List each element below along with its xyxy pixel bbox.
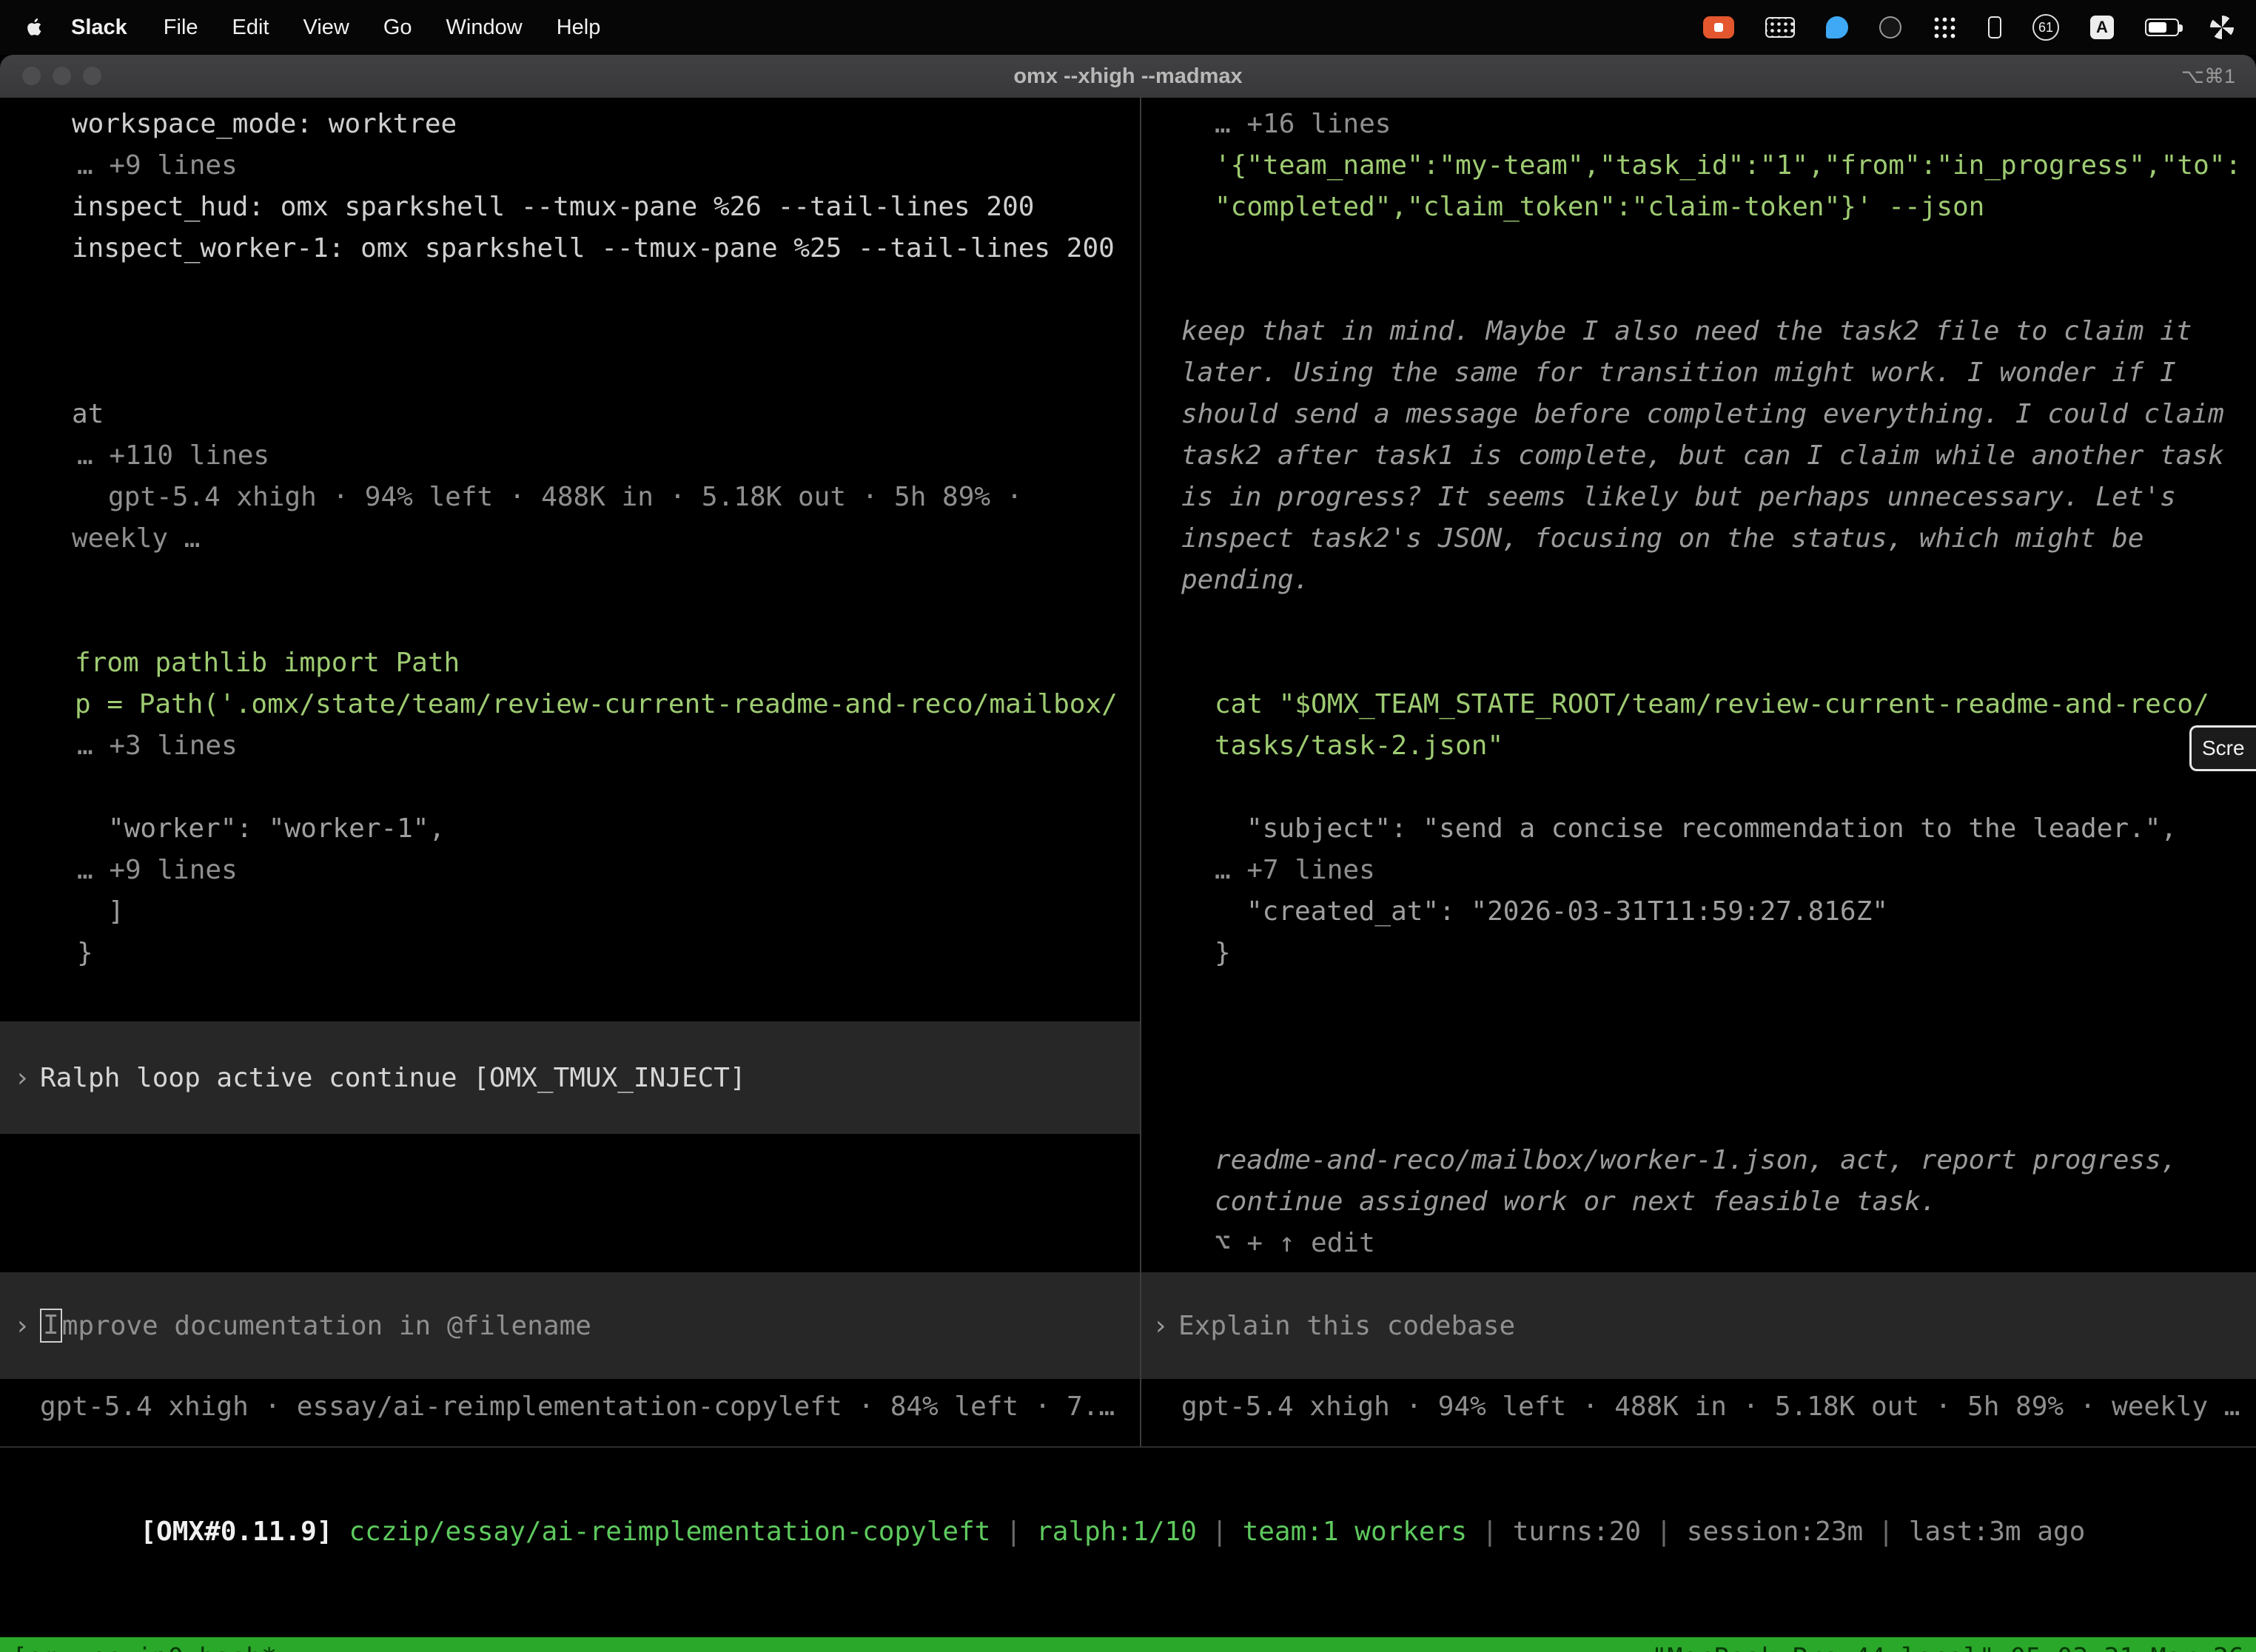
terminal-window: omx --xhigh --madmax ⌥⌘1 workspace_mode:… xyxy=(0,55,2256,1652)
dark-app-icon[interactable] xyxy=(1879,16,1901,38)
text-cursor: I xyxy=(40,1309,62,1343)
menu-view[interactable]: View xyxy=(286,16,366,40)
chevron-icon: › xyxy=(14,1311,40,1341)
menu-file[interactable]: File xyxy=(147,16,215,40)
terminal-line: workspace_mode: worktree xyxy=(0,104,1140,145)
ran-command-line: •Rantmux capture-pane -t %25 -p -S -80 xyxy=(0,311,1140,352)
dots-grid-icon[interactable] xyxy=(1933,16,1957,40)
mailbox-message-line: continue assigned work or next feasible … xyxy=(1141,1181,2256,1223)
terminal-line: "completed","claim_token":"claim-token"}… xyxy=(1141,187,2256,228)
omx-team-workers: team:1 workers xyxy=(1243,1517,1467,1547)
ran-command-line: •Ranpython3 - <<'PY' xyxy=(0,601,1140,642)
mailbox-message-line: readme-and-reco/mailbox/worker-1.json, a… xyxy=(1141,1140,2256,1181)
terminal-line: inspect_worker-1: omx sparkshell --tmux-… xyxy=(0,228,1140,269)
prompt-placeholder: Explain this codebase xyxy=(1178,1311,1515,1341)
working-status-line: •Working(6m 38s • esc to interrupt) xyxy=(0,1175,1140,1217)
prompt-input[interactable]: ›Explain this codebase xyxy=(1141,1272,2256,1379)
model-status-line: gpt-5.4 xhigh · 94% left · 488K in · 5.1… xyxy=(1141,1386,2256,1428)
omx-last-activity: last:3m ago xyxy=(1909,1517,2085,1547)
terminal-line: └{ xyxy=(0,767,1140,808)
thinking-line: pending. xyxy=(1141,560,2256,601)
terminal-line: tasks/task-2.json" xyxy=(1141,725,2256,767)
terminal-line: p = Path('.omx/state/team/review-current… xyxy=(0,684,1140,725)
omx-version-label: [OMX#0.11.9] xyxy=(140,1517,332,1547)
thinking-line: later. Using the same for transition mig… xyxy=(1141,352,2256,394)
mailbox-message-line: ↳1 new msg(s): read $OMX_TEAM_STATE_ROOT… xyxy=(1141,1098,2256,1140)
fan-icon[interactable] xyxy=(2210,16,2234,39)
menu-window[interactable]: Window xyxy=(429,16,540,40)
battery-icon[interactable] xyxy=(2145,19,2179,36)
screen-recording-indicator-icon[interactable] xyxy=(1703,16,1734,38)
tmux-session-name: [omx-cczip0:bash* xyxy=(12,1637,277,1652)
menu-bar: Slack File Edit View Go Window Help 61 A xyxy=(0,0,2256,55)
thinking-line: is in progress? It seems likely but perh… xyxy=(1141,477,2256,518)
ralph-loop-banner: ›Ralph loop active continue [OMX_TMUX_IN… xyxy=(0,1021,1140,1134)
terminal-line: cat "$OMX_TEAM_STATE_ROOT/team/review-cu… xyxy=(1141,684,2256,725)
omx-turns: turns:20 xyxy=(1513,1517,1641,1547)
omx-status-line: [OMX#0.11.9]cczip/essay/ai-reimplementat… xyxy=(12,1470,2085,1511)
phone-icon[interactable] xyxy=(1988,16,2001,38)
terminal-line: "created_at": "2026-03-31T11:59:27.816Z" xyxy=(1141,891,2256,933)
chevron-icon: › xyxy=(14,1063,40,1093)
menubar-status-area: 61 A xyxy=(1703,14,2256,41)
terminal-line: "subject": "send a concise recommendatio… xyxy=(1141,808,2256,850)
terminal-line: … +110 lines xyxy=(0,435,1140,477)
terminal-line: '{"team_name":"my-team","task_id":"1","f… xyxy=(1141,145,2256,187)
omx-ralph-counter: ralph:1/10 xyxy=(1036,1517,1197,1547)
omx-session-path: cczip/essay/ai-reimplementation-copyleft xyxy=(349,1517,990,1547)
terminal-line: … +9 lines xyxy=(0,850,1140,891)
active-app-name[interactable]: Slack xyxy=(52,16,147,40)
terminal-line: … +3 lines xyxy=(0,725,1140,767)
thinking-line: keep that in mind. Maybe I also need the… xyxy=(1141,311,2256,352)
terminal-line: at xyxy=(0,394,1140,435)
omx-session-time: session:23m xyxy=(1687,1517,1863,1547)
ran-command-line: •Ranset -euo pipefail xyxy=(1141,642,2256,684)
chevron-icon: › xyxy=(1152,1311,1178,1341)
model-status-line: gpt-5.4 xhigh · essay/ai-reimplementatio… xyxy=(0,1386,1140,1428)
edit-hint-line: ⌥ + ↑ edit xyxy=(1141,1223,2256,1264)
menu-help[interactable]: Help xyxy=(540,16,618,40)
waiting-status-line: •Waiting for background terminal(3m 46s … xyxy=(1141,1015,2256,1057)
window-shortcut-hint: ⌥⌘1 xyxy=(2181,55,2235,98)
terminal-line: from pathlib import Path xyxy=(0,642,1140,684)
ralph-loop-text: Ralph loop active continue [OMX_TMUX_INJ… xyxy=(40,1063,746,1093)
thinking-line: •I need to get the claim token from the … xyxy=(1141,269,2256,311)
tmux-pane-right[interactable]: … +16 lines '{"team_name":"my-team","tas… xyxy=(1141,98,2256,1446)
keyboard-icon[interactable] xyxy=(1765,17,1795,38)
terminal-line: … +7 lines xyxy=(1141,850,2256,891)
terminal-line: ] xyxy=(0,891,1140,933)
terminal-line: … +16 lines xyxy=(1141,104,2256,145)
terminal-line: inspect_hud: omx sparkshell --tmux-pane … xyxy=(0,187,1140,228)
tmux-status-bar: [omx-cczip0:bash* "MacBook-Pro-44.local"… xyxy=(0,1637,2256,1652)
pane-bottom-left: ›Improve documentation in @filename gpt-… xyxy=(0,1272,1140,1446)
window-title: omx --xhigh --madmax xyxy=(0,55,2256,98)
prompt-placeholder: mprove documentation in @filename xyxy=(62,1311,591,1341)
pane-bottom-border xyxy=(0,1446,2256,1448)
input-source-icon[interactable]: A xyxy=(2090,16,2114,39)
window-titlebar[interactable]: omx --xhigh --madmax ⌥⌘1 xyxy=(0,55,2256,98)
thinking-line: should send a message before completing … xyxy=(1141,394,2256,435)
prompt-input[interactable]: ›Improve documentation in @filename xyxy=(0,1272,1140,1379)
pane-bottom-right: ›Explain this codebase gpt-5.4 xhigh · 9… xyxy=(1141,1272,2256,1446)
blue-app-icon[interactable] xyxy=(1826,16,1848,38)
terminal-line: weekly … xyxy=(0,518,1140,560)
tmux-pane-left[interactable]: workspace_mode: worktree … +9 lines insp… xyxy=(0,98,1140,1446)
desktop: Slack File Edit View Go Window Help 61 A xyxy=(0,0,2256,1652)
terminal-line: gpt-5.4 xhigh · 94% left · 488K in · 5.1… xyxy=(0,477,1140,518)
thinking-line: task2 after task1 is complete, but can I… xyxy=(1141,435,2256,477)
terminal-line: "worker": "worker-1", xyxy=(0,808,1140,850)
terminal-line: } xyxy=(1141,933,2256,974)
terminal-line: } xyxy=(0,933,1140,974)
terminal-line: └be necessary for the end of the README.… xyxy=(0,352,1140,394)
screen-tooltip[interactable]: Scre xyxy=(2189,725,2256,771)
terminal-line: └{ xyxy=(1141,767,2256,808)
menu-go[interactable]: Go xyxy=(366,16,429,40)
tmux-host-clock: "MacBook-Pro-44.local" 05:03 31-Mar-26 xyxy=(1651,1637,2244,1652)
apple-menu-icon[interactable] xyxy=(27,18,43,37)
menu-edit[interactable]: Edit xyxy=(215,16,286,40)
terminal-content: workspace_mode: worktree … +9 lines insp… xyxy=(0,98,2256,1594)
badge-61-icon[interactable]: 61 xyxy=(2032,14,2059,41)
terminal-line: … +9 lines xyxy=(0,145,1140,187)
thinking-line: inspect task2's JSON, focusing on the st… xyxy=(1141,518,2256,560)
